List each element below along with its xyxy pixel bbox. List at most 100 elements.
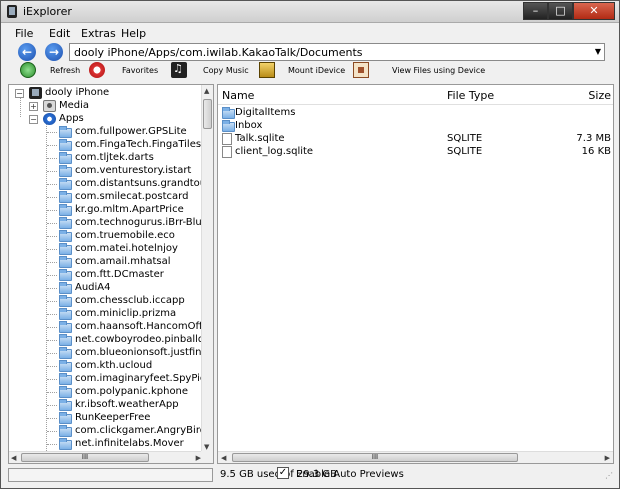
forward-button[interactable]: → bbox=[45, 43, 63, 61]
scroll-grip-icon: III bbox=[371, 453, 379, 461]
file-row[interactable]: DigitalItems bbox=[218, 107, 613, 120]
forward-arrow-icon: → bbox=[48, 45, 60, 59]
copy-music-icon[interactable] bbox=[171, 62, 187, 78]
tree-item-label: com.clickgamer.AngryBirds bbox=[75, 425, 203, 436]
back-arrow-icon: ← bbox=[21, 45, 33, 59]
tree-item-app[interactable]: com.venturestory.istart bbox=[59, 165, 203, 178]
tree-guide-line bbox=[47, 158, 57, 159]
tree-item-app[interactable]: com.clickgamer.AngryBirds bbox=[59, 425, 203, 438]
tree-item-label: com.smilecat.postcard bbox=[75, 191, 189, 202]
tree-item-app[interactable]: AudiA4 bbox=[59, 282, 203, 295]
tree-item-app[interactable]: com.polypanic.kphone bbox=[59, 386, 203, 399]
scroll-thumb[interactable]: III bbox=[21, 453, 149, 462]
tree-item-app[interactable]: com.tljtek.darts bbox=[59, 152, 203, 165]
file-row[interactable]: client_log.sqlite SQLITE 16 KB bbox=[218, 146, 613, 159]
auto-previews-checkbox[interactable]: ✓ bbox=[277, 467, 289, 479]
favorites-icon[interactable] bbox=[89, 62, 105, 78]
tree-item-label: com.ftt.DCmaster bbox=[75, 269, 164, 280]
file-name: Talk.sqlite bbox=[235, 133, 285, 144]
tree-item-app[interactable]: RunKeeperFree bbox=[59, 412, 203, 425]
navigation-bar: ← → ▼ bbox=[1, 42, 619, 62]
folder-icon bbox=[59, 204, 72, 216]
collapse-icon[interactable]: − bbox=[15, 89, 24, 98]
tree-item-app[interactable]: com.smilecat.postcard bbox=[59, 191, 203, 204]
scroll-down-icon[interactable]: ▼ bbox=[204, 443, 209, 451]
tree-guide-line bbox=[47, 249, 57, 250]
tree-vertical-scrollbar[interactable]: ▲ ▼ bbox=[201, 85, 213, 453]
file-horizontal-scrollbar[interactable]: ◀ III ▶ bbox=[218, 451, 613, 463]
tree-guide-line bbox=[47, 184, 57, 185]
tree-item-app[interactable]: kr.go.mltm.ApartPrice bbox=[59, 204, 203, 217]
column-header-size[interactable]: Size bbox=[545, 85, 613, 105]
scroll-up-icon[interactable]: ▲ bbox=[204, 87, 209, 95]
view-device-icon[interactable] bbox=[353, 62, 369, 78]
tree-item-app[interactable]: net.infinitelabs.Mover bbox=[59, 438, 203, 451]
tree-item-app[interactable]: com.fullpower.GPSLite bbox=[59, 126, 203, 139]
tree-item-app[interactable]: com.blueonionsoft.justfindkl bbox=[59, 347, 203, 360]
tree-item-apps[interactable]: − Apps bbox=[29, 113, 199, 126]
tree-item-label: com.polypanic.kphone bbox=[75, 386, 189, 397]
tree-item-app[interactable]: com.technogurus.iBrr-Bluet bbox=[59, 217, 203, 230]
tree-item-app[interactable]: com.distantsuns.grandtour bbox=[59, 178, 203, 191]
menu-file[interactable]: File bbox=[15, 27, 33, 40]
collapse-icon[interactable]: − bbox=[29, 115, 38, 124]
mount-idevice-icon[interactable] bbox=[259, 62, 275, 78]
tree-guide-line bbox=[47, 418, 57, 419]
tree-item-label: com.chessclub.iccapp bbox=[75, 295, 185, 306]
tree-item-app[interactable]: com.matei.hotelnjoy bbox=[59, 243, 203, 256]
file-icon bbox=[222, 133, 232, 145]
refresh-button[interactable]: Refresh bbox=[50, 66, 80, 75]
file-row[interactable]: Talk.sqlite SQLITE 7.3 MB bbox=[218, 133, 613, 146]
file-row[interactable]: Inbox bbox=[218, 120, 613, 133]
tree-horizontal-scrollbar[interactable]: ◀ III ▶ bbox=[9, 451, 203, 463]
address-dropdown-icon[interactable]: ▼ bbox=[595, 47, 601, 56]
title-bar: iExplorer – □ ✕ bbox=[1, 1, 619, 23]
column-header-name[interactable]: Name bbox=[218, 85, 445, 105]
auto-previews-label[interactable]: Enable Auto Previews bbox=[296, 469, 404, 480]
tree-item-app[interactable]: net.cowboyrodeo.pinballdre bbox=[59, 334, 203, 347]
mount-idevice-button[interactable]: Mount iDevice bbox=[288, 66, 345, 75]
copy-music-button[interactable]: Copy Music bbox=[203, 66, 249, 75]
close-button[interactable]: ✕ bbox=[573, 2, 615, 20]
menu-edit[interactable]: Edit bbox=[49, 27, 70, 40]
tree-item-app[interactable]: com.ftt.DCmaster bbox=[59, 269, 203, 282]
menu-extras[interactable]: Extras bbox=[81, 27, 116, 40]
tree-item-label: com.distantsuns.grandtour bbox=[75, 178, 203, 189]
toolbar: Refresh Favorites Copy Music Mount iDevi… bbox=[1, 62, 619, 80]
resize-grip-icon[interactable]: ⋰ bbox=[605, 471, 613, 480]
tree-item-app[interactable]: com.miniclip.prizma bbox=[59, 308, 203, 321]
column-header-label: Name bbox=[222, 89, 255, 102]
expand-icon[interactable]: + bbox=[29, 102, 38, 111]
scroll-thumb[interactable]: III bbox=[232, 453, 518, 462]
tree-item-device[interactable]: − dooly iPhone bbox=[15, 87, 195, 100]
minimize-button[interactable]: – bbox=[523, 2, 548, 20]
app-store-icon bbox=[43, 113, 56, 125]
tree-item-app[interactable]: kr.ibsoft.weatherApp bbox=[59, 399, 203, 412]
tree-item-app[interactable]: com.truemobile.eco bbox=[59, 230, 203, 243]
scroll-left-icon[interactable]: ◀ bbox=[221, 454, 226, 462]
tree-item-app[interactable]: com.chessclub.iccapp bbox=[59, 295, 203, 308]
scroll-right-icon[interactable]: ▶ bbox=[605, 454, 610, 462]
tree-item-app[interactable]: com.haansoft.HancomOffice bbox=[59, 321, 203, 334]
tree-item-app[interactable]: com.imaginaryfeet.SpyPic1 bbox=[59, 373, 203, 386]
menu-bar: File Edit Extras Help bbox=[1, 24, 619, 42]
address-input[interactable] bbox=[74, 45, 574, 59]
scroll-thumb[interactable] bbox=[203, 99, 212, 129]
column-header-file-type[interactable]: File Type bbox=[445, 85, 545, 105]
back-button[interactable]: ← bbox=[18, 43, 36, 61]
folder-icon bbox=[59, 282, 72, 294]
tree-item-app[interactable]: com.kth.ucloud bbox=[59, 360, 203, 373]
favorites-button[interactable]: Favorites bbox=[122, 66, 158, 75]
refresh-icon[interactable] bbox=[20, 62, 36, 78]
view-files-using-device-button[interactable]: View Files using Device bbox=[392, 66, 485, 75]
tree-item-app[interactable]: com.FingaTech.FingaTiles bbox=[59, 139, 203, 152]
tree-item-app[interactable]: com.amail.mhatsal bbox=[59, 256, 203, 269]
tree-item-media[interactable]: + Media bbox=[29, 100, 199, 113]
file-type: SQLITE bbox=[447, 146, 483, 157]
folder-icon bbox=[59, 178, 72, 190]
menu-help[interactable]: Help bbox=[121, 27, 146, 40]
maximize-button[interactable]: □ bbox=[548, 2, 573, 20]
tree-item-label: com.imaginaryfeet.SpyPic1 bbox=[75, 373, 203, 384]
scroll-left-icon[interactable]: ◀ bbox=[11, 454, 16, 462]
tree-guide-line bbox=[47, 223, 57, 224]
